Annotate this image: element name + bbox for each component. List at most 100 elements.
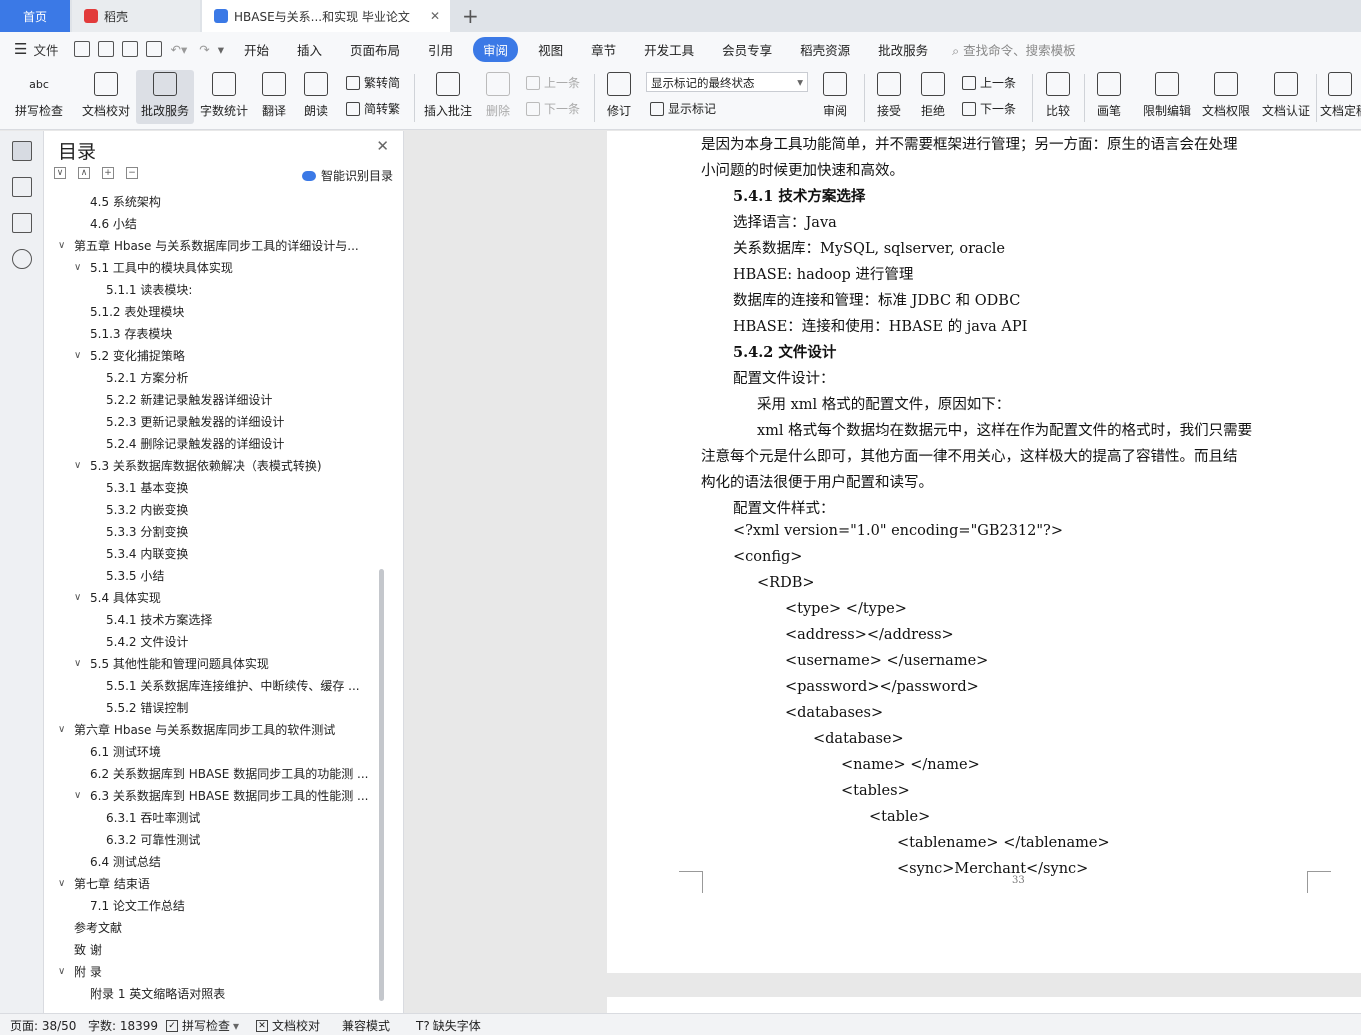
chevron-down-icon[interactable]: ∨	[74, 257, 81, 279]
menu-item[interactable]: 稻壳资源	[786, 40, 864, 59]
toc-item[interactable]: 5.1.1 读表模块:	[44, 279, 379, 301]
menu-item[interactable]: 审阅	[473, 36, 519, 62]
menu-item[interactable]: 章节	[577, 40, 630, 59]
toc-item[interactable]: ∨ 6.3 关系数据库到 HBASE 数据同步工具的性能测 ...	[44, 785, 379, 807]
preview-icon[interactable]	[146, 41, 163, 57]
print-icon[interactable]	[122, 41, 139, 57]
toc-scrollbar[interactable]	[379, 569, 384, 1001]
toc-item[interactable]: 5.2.4 删除记录触发器的详细设计	[44, 433, 379, 455]
toc-item[interactable]: 6.3.1 吞吐率测试	[44, 807, 379, 829]
delete-comment-button[interactable]: 删除	[480, 70, 516, 124]
trad-to-simp-button[interactable]: 繁转简	[346, 74, 400, 91]
spell-check-button[interactable]: abc 拼写检查	[8, 70, 70, 124]
add-level-icon[interactable]: +	[102, 167, 114, 179]
menu-item[interactable]: 页面布局	[336, 40, 414, 59]
save-icon[interactable]	[74, 41, 91, 57]
missing-font-button[interactable]: T? 缺失字体	[416, 1017, 481, 1034]
doc-proofread-button[interactable]: 文档校对	[78, 70, 134, 124]
menu-item[interactable]: 插入	[283, 40, 336, 59]
toc-item[interactable]: 4.5 系统架构	[44, 191, 379, 213]
menu-item[interactable]: 开发工具	[630, 40, 708, 59]
show-markup-button[interactable]: 显示标记	[650, 100, 716, 117]
chevron-down-icon[interactable]: ∨	[74, 785, 81, 807]
toc-item[interactable]: 参考文献	[44, 917, 379, 939]
collapse-all-icon[interactable]: ∧	[78, 167, 90, 179]
expand-all-icon[interactable]: ∨	[54, 167, 66, 179]
review-pane-button[interactable]: 审阅	[816, 70, 854, 124]
toc-item[interactable]: 致 谢	[44, 939, 379, 961]
markup-state-select[interactable]: 显示标记的最终状态	[646, 72, 808, 92]
toc-item[interactable]: 5.1.2 表处理模块	[44, 301, 379, 323]
toc-item[interactable]: ∨ 第七章 结束语	[44, 873, 379, 895]
chevron-down-icon[interactable]: ∨	[74, 345, 81, 367]
toc-item[interactable]: ∨ 5.4 具体实现	[44, 587, 379, 609]
chevron-down-icon[interactable]: ∨	[58, 961, 65, 983]
next-comment-button[interactable]: 下一条	[526, 100, 580, 117]
toc-item[interactable]: 5.3.4 内联变换	[44, 543, 379, 565]
search-command-input[interactable]: ⌕ 查找命令、搜索模板	[952, 40, 1076, 59]
menu-item[interactable]: 开始	[230, 40, 283, 59]
toc-item[interactable]: ∨ 5.3 关系数据库数据依赖解决（表模式转换)	[44, 455, 379, 477]
toc-item[interactable]: 4.6 小结	[44, 213, 379, 235]
chevron-down-icon[interactable]: ∨	[58, 235, 65, 257]
translate-button[interactable]: 翻译	[256, 70, 292, 124]
toc-item[interactable]: 5.3.2 内嵌变换	[44, 499, 379, 521]
quick-access-dropdown-icon[interactable]: ▾	[218, 42, 224, 57]
pen-button[interactable]: 画笔	[1090, 70, 1128, 124]
chevron-down-icon[interactable]: ∨	[58, 873, 65, 895]
toc-item[interactable]: 5.5.1 关系数据库连接维护、中断续传、缓存 ...	[44, 675, 379, 697]
chapter-panel-icon[interactable]	[12, 177, 32, 197]
doc-certify-button[interactable]: 文档认证	[1258, 70, 1314, 124]
chevron-down-icon[interactable]: ∨	[58, 719, 65, 741]
close-icon[interactable]: ✕	[376, 137, 389, 155]
doc-finalize-button[interactable]: 文档定稿	[1320, 70, 1361, 124]
proofread-toggle[interactable]: ✕ 文档校对	[256, 1017, 320, 1034]
menu-item[interactable]: 批改服务	[864, 40, 942, 59]
toc-panel-icon[interactable]	[12, 141, 32, 161]
menu-item[interactable]: 引用	[414, 40, 467, 59]
toc-item[interactable]: 5.5.2 错误控制	[44, 697, 379, 719]
hamburger-icon[interactable]: ☰	[14, 40, 27, 58]
simp-to-trad-button[interactable]: 简转繁	[346, 100, 400, 117]
toc-item[interactable]: 5.2.3 更新记录触发器的详细设计	[44, 411, 379, 433]
toc-item[interactable]: ∨ 5.5 其他性能和管理问题具体实现	[44, 653, 379, 675]
search-panel-icon[interactable]	[12, 249, 32, 269]
tab-daoke[interactable]: 稻壳	[72, 0, 200, 32]
toc-item[interactable]: 附录 1 英文缩略语对照表	[44, 983, 379, 1005]
close-tab-icon[interactable]: ✕	[430, 9, 440, 23]
compare-button[interactable]: 比较	[1038, 70, 1078, 124]
toc-item[interactable]: 5.3.1 基本变换	[44, 477, 379, 499]
chevron-down-icon[interactable]: ∨	[74, 653, 81, 675]
tab-document[interactable]: HBASE与关系...和实现 毕业论文 ✕	[202, 0, 450, 32]
review-service-button[interactable]: 批改服务	[136, 70, 194, 124]
insert-comment-button[interactable]: 插入批注	[420, 70, 476, 124]
word-count-button[interactable]: 字数统计	[196, 70, 252, 124]
toc-item[interactable]: ∨ 5.2 变化捕捉策略	[44, 345, 379, 367]
smart-toc-button[interactable]: 智能识别目录	[301, 167, 393, 184]
toc-item[interactable]: 6.4 测试总结	[44, 851, 379, 873]
toc-item[interactable]: 6.2 关系数据库到 HBASE 数据同步工具的功能测 ...	[44, 763, 379, 785]
prev-comment-button[interactable]: 上一条	[526, 74, 580, 91]
toc-item[interactable]: 5.4.1 技术方案选择	[44, 609, 379, 631]
redo-icon[interactable]: ↷	[199, 42, 209, 57]
toc-item[interactable]: 5.3.3 分割变换	[44, 521, 379, 543]
toc-item[interactable]: 6.1 测试环境	[44, 741, 379, 763]
chevron-down-icon[interactable]: ∨	[74, 587, 81, 609]
next-change-button[interactable]: 下一条	[962, 100, 1016, 117]
toc-item[interactable]: ∨ 5.1 工具中的模块具体实现	[44, 257, 379, 279]
toc-item[interactable]: 7.1 论文工作总结	[44, 895, 379, 917]
export-icon[interactable]	[98, 41, 115, 57]
menu-item[interactable]: 会员专享	[708, 40, 786, 59]
file-menu[interactable]: 文件	[33, 40, 58, 59]
read-aloud-button[interactable]: 朗读	[298, 70, 334, 124]
doc-permission-button[interactable]: 文档权限	[1198, 70, 1254, 124]
toc-item[interactable]: 5.3.5 小结	[44, 565, 379, 587]
menu-item[interactable]: 视图	[524, 40, 577, 59]
toc-item[interactable]: ∨ 附 录	[44, 961, 379, 983]
toc-item[interactable]: 5.2.1 方案分析	[44, 367, 379, 389]
restrict-editing-button[interactable]: 限制编辑	[1138, 70, 1196, 124]
toc-item[interactable]: 5.2.2 新建记录触发器详细设计	[44, 389, 379, 411]
reject-button[interactable]: 拒绝	[914, 70, 952, 124]
remove-level-icon[interactable]: −	[126, 167, 138, 179]
word-count-indicator[interactable]: 字数: 18399	[88, 1017, 158, 1034]
